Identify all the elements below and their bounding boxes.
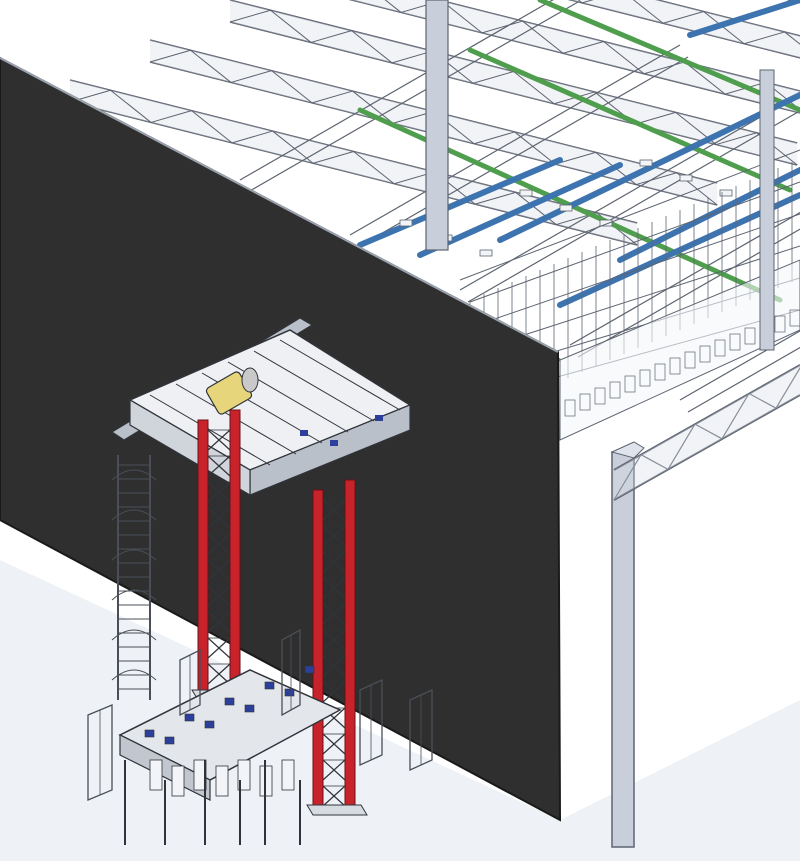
blue-part [264, 681, 275, 690]
duct-hanger [399, 219, 413, 227]
duct-hanger [479, 249, 493, 257]
duct-hanger [639, 159, 653, 167]
blue-fitting [330, 440, 338, 446]
tower-post [312, 489, 324, 806]
blue-fitting [375, 415, 383, 421]
blue-part [244, 704, 255, 713]
blue-part [224, 697, 235, 706]
tower-post [344, 479, 356, 806]
roller-cylinder [171, 765, 185, 797]
isometric-plant-render [0, 0, 800, 861]
duct-hanger [679, 174, 693, 182]
blue-fitting [300, 430, 308, 436]
tower-foot [306, 804, 368, 816]
duct-hanger [519, 189, 533, 197]
column-front [611, 451, 635, 848]
blue-part [204, 720, 215, 729]
motor-end-cap [241, 367, 259, 393]
blue-part [184, 713, 195, 722]
column-back [425, 0, 449, 251]
duct-hanger [559, 204, 573, 212]
cad-viewport [0, 0, 800, 861]
roller-cylinder [149, 759, 163, 791]
column-right [759, 69, 775, 351]
blue-part [284, 688, 295, 697]
tower-post [197, 419, 209, 691]
blue-part [304, 665, 315, 674]
tower-post [229, 409, 241, 691]
roller-cylinder [281, 759, 295, 791]
roller-cylinder [215, 765, 229, 797]
blue-part [164, 736, 175, 745]
blue-part [144, 729, 155, 738]
